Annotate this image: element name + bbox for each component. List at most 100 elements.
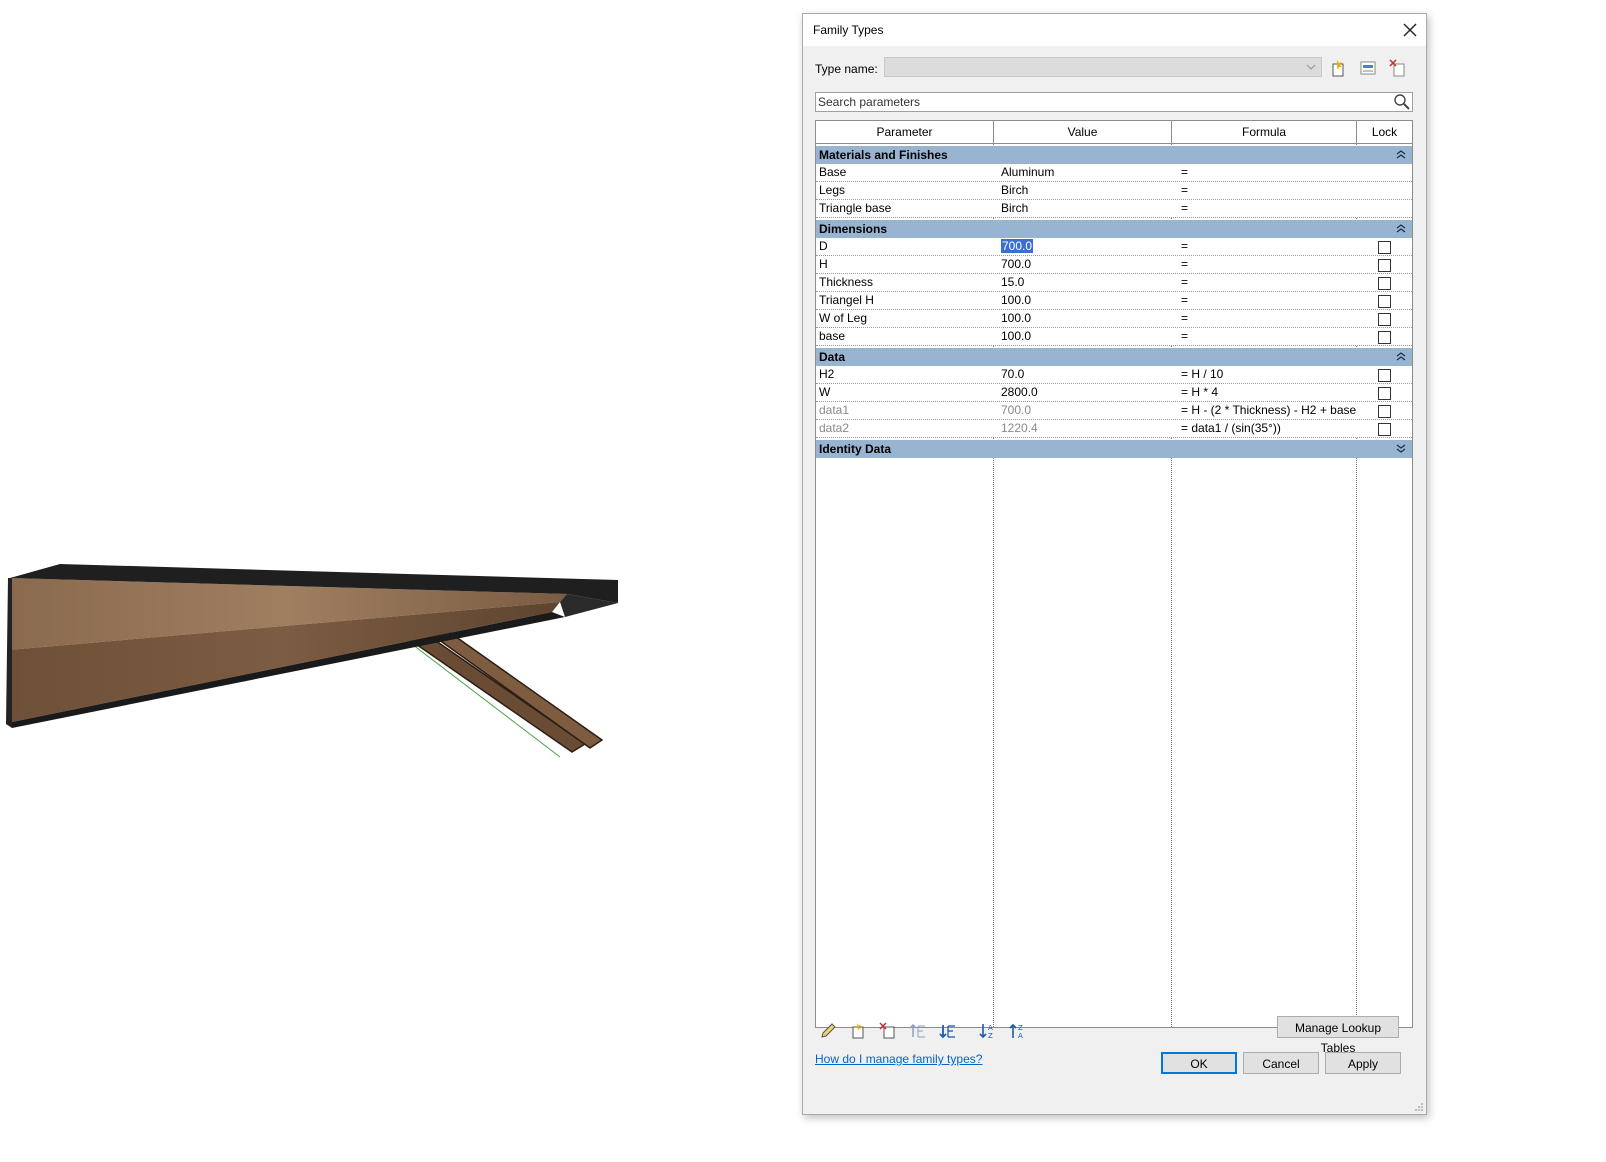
type-name-select[interactable]: [884, 57, 1322, 77]
parameter-value[interactable]: Aluminum: [998, 164, 1180, 181]
search-input[interactable]: [818, 94, 1383, 110]
apply-button[interactable]: Apply: [1325, 1052, 1401, 1074]
parameter-row[interactable]: Base Aluminum =: [816, 164, 1412, 182]
cancel-button[interactable]: Cancel: [1243, 1052, 1319, 1074]
parameter-formula[interactable]: = H - (2 * Thickness) - H2 + base: [1180, 402, 1370, 419]
header-lock[interactable]: Lock: [1357, 121, 1412, 143]
lock-checkbox[interactable]: [1378, 369, 1391, 382]
delete-type-button[interactable]: [1388, 58, 1408, 78]
parameter-row[interactable]: W 2800.0 = H * 4: [816, 384, 1412, 402]
header-value[interactable]: Value: [994, 121, 1172, 143]
parameter-name: Base: [819, 165, 847, 179]
new-parameter-button[interactable]: [847, 1020, 869, 1042]
lock-checkbox[interactable]: [1378, 295, 1391, 308]
parameter-name: H: [819, 257, 828, 271]
parameter-name: Legs: [819, 183, 846, 197]
collapse-icon[interactable]: [1396, 148, 1406, 160]
parameter-name: Triangel H: [819, 293, 874, 307]
resize-grip-icon[interactable]: [1414, 1102, 1424, 1112]
parameter-value[interactable]: Birch: [998, 182, 1180, 199]
parameter-row[interactable]: Triangel H 100.0 =: [816, 292, 1412, 310]
rename-type-button[interactable]: [1358, 58, 1378, 78]
parameter-formula[interactable]: =: [1180, 182, 1370, 199]
parameter-formula[interactable]: =: [1180, 238, 1370, 255]
parameter-row[interactable]: data1 700.0 = H - (2 * Thickness) - H2 + b…: [816, 402, 1412, 420]
svg-text:A: A: [1018, 1032, 1023, 1040]
parameter-row[interactable]: H2 70.0 = H / 10: [816, 366, 1412, 384]
expand-icon[interactable]: [1396, 442, 1406, 454]
header-parameter[interactable]: Parameter: [816, 121, 994, 143]
search-icon[interactable]: [1393, 93, 1411, 111]
new-type-button[interactable]: [1328, 58, 1348, 78]
parameters-grid: Parameter Value Formula Lock Materials a…: [815, 120, 1413, 1028]
sort-ascending-button[interactable]: A Z: [977, 1020, 999, 1042]
parameter-row[interactable]: W of Leg 100.0 =: [816, 310, 1412, 328]
lock-checkbox[interactable]: [1378, 423, 1391, 436]
rename-type-icon: [1360, 61, 1376, 75]
lock-checkbox[interactable]: [1378, 387, 1391, 400]
parameter-value[interactable]: 700.0: [998, 402, 1180, 419]
collapse-icon[interactable]: [1396, 222, 1406, 234]
delete-parameter-icon: [879, 1022, 895, 1039]
selected-value-text[interactable]: 700.0: [1001, 239, 1034, 253]
group-header[interactable]: Dimensions: [816, 220, 1412, 238]
move-up-button[interactable]: [907, 1020, 929, 1042]
manage-lookup-tables-button[interactable]: Manage Lookup Tables: [1277, 1016, 1399, 1055]
table-leg-back: [408, 633, 587, 753]
lock-checkbox[interactable]: [1378, 331, 1391, 344]
parameter-value[interactable]: 100.0: [998, 328, 1180, 345]
parameter-formula[interactable]: =: [1180, 200, 1370, 217]
lock-checkbox[interactable]: [1378, 313, 1391, 326]
header-formula[interactable]: Formula: [1172, 121, 1357, 143]
parameter-formula[interactable]: =: [1180, 256, 1370, 273]
delete-type-icon: [1389, 59, 1405, 77]
parameter-value[interactable]: 70.0: [998, 366, 1180, 383]
delete-parameter-button[interactable]: [877, 1020, 899, 1042]
edit-parameter-icon: [821, 1023, 836, 1038]
group-header[interactable]: Data: [816, 348, 1412, 366]
parameter-name: data2: [819, 421, 850, 435]
parameter-value[interactable]: 15.0: [998, 274, 1180, 291]
dialog-titlebar[interactable]: Family Types: [803, 14, 1426, 46]
collapse-icon[interactable]: [1396, 350, 1406, 362]
parameter-row[interactable]: base 100.0 =: [816, 328, 1412, 346]
parameter-value[interactable]: 1220.4: [998, 420, 1180, 437]
help-link[interactable]: How do I manage family types?: [815, 1052, 982, 1066]
parameter-row[interactable]: H 700.0 =: [816, 256, 1412, 274]
ok-button[interactable]: OK: [1161, 1052, 1237, 1074]
parameter-formula[interactable]: = H * 4: [1180, 384, 1370, 401]
close-button[interactable]: [1396, 16, 1424, 44]
parameter-formula[interactable]: =: [1180, 292, 1370, 309]
lock-cell: [1370, 274, 1412, 291]
parameter-formula[interactable]: = data1 / (sin(35°)): [1180, 420, 1370, 437]
parameter-value[interactable]: 700.0: [998, 238, 1180, 255]
parameter-formula[interactable]: =: [1180, 310, 1370, 327]
parameter-row[interactable]: data2 1220.4 = data1 / (sin(35°)): [816, 420, 1412, 438]
parameter-value[interactable]: 100.0: [998, 292, 1180, 309]
edit-parameter-button[interactable]: [817, 1020, 839, 1042]
group-header[interactable]: Materials and Finishes: [816, 146, 1412, 164]
parameter-value[interactable]: 700.0: [998, 256, 1180, 273]
model-viewport[interactable]: [0, 0, 800, 1162]
parameter-formula[interactable]: =: [1180, 328, 1370, 345]
parameter-value[interactable]: 2800.0: [998, 384, 1180, 401]
lock-checkbox[interactable]: [1378, 405, 1391, 418]
lock-checkbox[interactable]: [1378, 277, 1391, 290]
lock-cell: [1370, 402, 1412, 419]
parameter-formula[interactable]: =: [1180, 164, 1370, 181]
parameter-formula[interactable]: = H / 10: [1180, 366, 1370, 383]
lock-cell: [1370, 328, 1412, 345]
parameter-row[interactable]: Thickness 15.0 =: [816, 274, 1412, 292]
parameter-value[interactable]: 100.0: [998, 310, 1180, 327]
parameter-formula[interactable]: =: [1180, 274, 1370, 291]
move-down-button[interactable]: [937, 1020, 959, 1042]
parameter-row[interactable]: Legs Birch =: [816, 182, 1412, 200]
parameter-row[interactable]: Triangle base Birch =: [816, 200, 1412, 218]
grid-rows: Materials and Finishes Base Aluminum = Legs B…: [816, 144, 1412, 458]
lock-checkbox[interactable]: [1378, 241, 1391, 254]
lock-checkbox[interactable]: [1378, 259, 1391, 272]
parameter-row[interactable]: D 700.0 =: [816, 238, 1412, 256]
group-header[interactable]: Identity Data: [816, 440, 1412, 458]
parameter-value[interactable]: Birch: [998, 200, 1180, 217]
sort-descending-button[interactable]: Z A: [1007, 1020, 1029, 1042]
